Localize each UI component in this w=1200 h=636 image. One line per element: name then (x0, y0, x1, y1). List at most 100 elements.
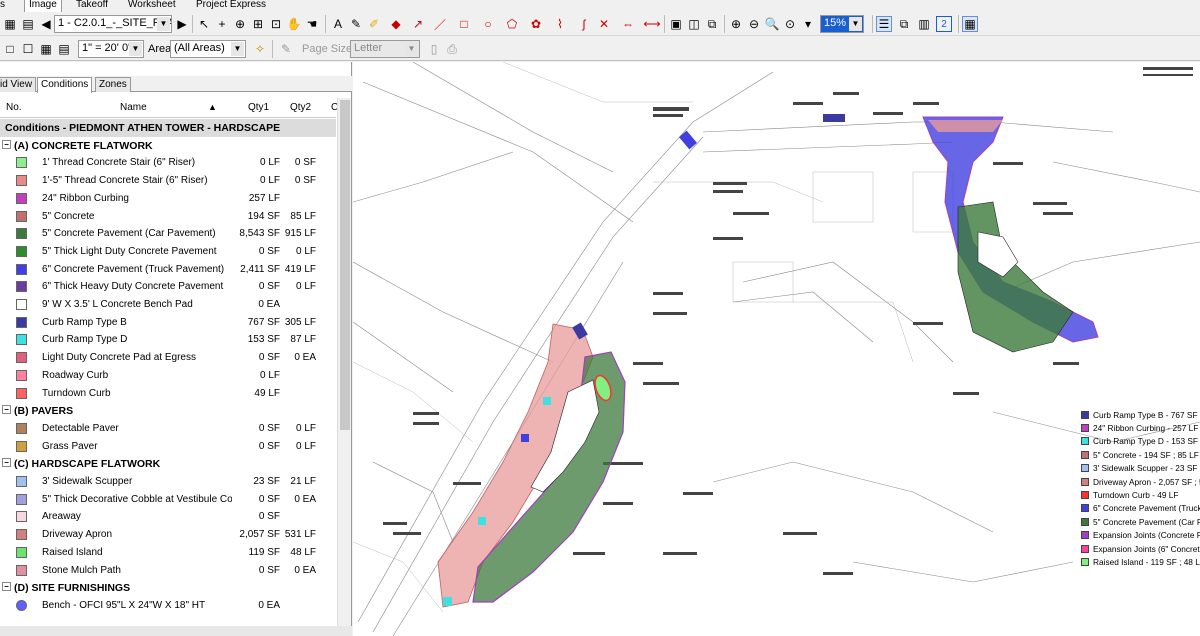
section-row[interactable]: − (A) CONCRETE FLATWORK (0, 137, 336, 155)
condition-row[interactable]: Grass Paver 0 SF 0 LF (0, 438, 336, 456)
condition-row[interactable]: Curb Ramp Type B 767 SF 305 LF (0, 314, 336, 332)
condition-row[interactable]: 1' Thread Concrete Stair (6" Riser) 0 LF 0… (0, 154, 336, 172)
collapse-toggle-icon[interactable]: − (2, 458, 11, 468)
zoom-window-icon[interactable]: ⊕ (232, 16, 248, 32)
condition-row[interactable]: 5" Concrete 194 SF 85 LF (0, 208, 336, 226)
grid-scrollbar[interactable] (337, 98, 351, 636)
copy-icon[interactable]: ⧉ (896, 16, 912, 32)
scale-select[interactable]: 1" = 20' 0" ▼ (78, 40, 144, 58)
condition-row[interactable]: Light Duty Concrete Pad at Egress 0 SF 0 E… (0, 349, 336, 367)
color-swatch-icon[interactable] (16, 175, 27, 187)
color-swatch-icon[interactable] (16, 493, 27, 505)
condition-row[interactable]: Bench - OFCI 95"L X 24"W X 18" HT 0 EA (0, 597, 336, 615)
color-swatch-icon[interactable] (16, 245, 27, 257)
menu-tab-image[interactable]: Image (24, 0, 62, 12)
color-swatch-icon[interactable] (16, 564, 27, 576)
color-swatch-icon[interactable] (16, 511, 27, 523)
group-header-row[interactable]: Conditions - PIEDMONT ATHEN TOWER - HARD… (0, 119, 336, 137)
overlay-icon[interactable]: ◫ (686, 16, 702, 32)
freehand-icon[interactable]: ʃ (576, 16, 592, 32)
color-swatch-icon[interactable] (16, 281, 27, 293)
checkbox-icon[interactable]: ☐ (20, 41, 36, 57)
page-icon[interactable]: □ (2, 41, 18, 57)
area-select[interactable]: (All Areas) ▼ (170, 40, 246, 58)
col-no[interactable]: No. (6, 102, 22, 113)
condition-row[interactable]: Turndown Curb 49 LF (0, 385, 336, 403)
compare-icon[interactable]: ⧉ (704, 16, 720, 32)
color-swatch-icon[interactable] (16, 228, 27, 240)
zoom-select[interactable]: 15% ▼ (820, 15, 864, 33)
condition-row[interactable]: 6" Thick Heavy Duty Concrete Pavement 0 S… (0, 278, 336, 296)
zoom-magnify-icon[interactable]: 🔍 (764, 16, 780, 32)
color-swatch-icon[interactable] (16, 316, 27, 328)
table-icon[interactable]: ▦ (38, 41, 54, 57)
dimension-icon[interactable]: ⇔ (620, 16, 636, 32)
layers-icon[interactable]: ▥ (916, 16, 932, 32)
condition-row[interactable]: Curb Ramp Type D 153 SF 87 LF (0, 331, 336, 349)
condition-row[interactable]: Areaway 0 SF (0, 508, 336, 526)
color-swatch-icon[interactable] (16, 157, 27, 169)
pan-hand-icon[interactable]: ✋ (286, 16, 302, 32)
document-icon[interactable]: ▤ (20, 16, 36, 32)
color-swatch-icon[interactable] (16, 352, 27, 364)
col-qty2[interactable]: Qty2 (290, 102, 311, 113)
section-row[interactable]: − (D) SITE FURNISHINGS (0, 579, 336, 597)
menu-tab-takeoff[interactable]: Takeoff (72, 0, 112, 10)
collapse-toggle-icon[interactable]: − (2, 139, 11, 149)
condition-row[interactable]: Stone Mulch Path 0 SF 0 EA (0, 562, 336, 580)
menu-tab-project-express[interactable]: Project Express (192, 0, 270, 10)
condition-row[interactable]: 24" Ribbon Curbing 257 LF (0, 190, 336, 208)
select-arrow-icon[interactable]: ↖ (196, 16, 212, 32)
next-page-icon[interactable]: ▶ (174, 16, 190, 32)
measure-icon[interactable]: ⟷ (643, 16, 660, 32)
highlighter-icon[interactable]: ✎ (348, 16, 364, 32)
page-select[interactable]: 1 - C2.0.1_-_SITE_PLAN.j ▼ (54, 15, 172, 33)
condition-row[interactable]: 5" Thick Light Duty Concrete Pavement 0 S… (0, 243, 336, 261)
pen-icon[interactable]: ✐ (366, 16, 382, 32)
condition-row[interactable]: Driveway Apron 2,057 SF 531 LF (0, 526, 336, 544)
zoom-page-icon[interactable]: ⊡ (268, 16, 284, 32)
text-annotation-icon[interactable]: A (330, 16, 346, 32)
cloud-icon[interactable]: ✿ (528, 16, 544, 32)
color-swatch-icon[interactable] (16, 210, 27, 222)
line-icon[interactable]: ／ (432, 16, 448, 32)
condition-row[interactable]: 5" Concrete Pavement (Car Pavement) 8,543… (0, 225, 336, 243)
color-swatch-icon[interactable] (16, 440, 27, 452)
zoom-out-icon[interactable]: ⊖ (746, 16, 762, 32)
drawing-canvas[interactable]: Curb Ramp Type B - 767 SF ; 305 LF 24" Ri… (353, 62, 1200, 636)
color-swatch-icon[interactable] (16, 192, 27, 204)
layers-count-icon[interactable]: 2 (936, 16, 952, 32)
condition-row[interactable]: 9' W X 3.5' L Concrete Bench Pad 0 EA (0, 296, 336, 314)
tab-grid-view[interactable]: id View (0, 77, 37, 92)
section-row[interactable]: − (C) HARDSCAPE FLATWORK (0, 455, 336, 473)
grid-view-icon[interactable]: ▤ (56, 41, 72, 57)
menu-tab-worksheet[interactable]: Worksheet (124, 0, 180, 10)
arrow-icon[interactable]: ↗ (410, 16, 426, 32)
color-swatch-icon[interactable] (16, 599, 27, 611)
color-swatch-icon[interactable] (16, 476, 27, 487)
tab-conditions[interactable]: Conditions (37, 77, 93, 93)
condition-row[interactable]: Raised Island 119 SF 48 LF (0, 544, 336, 562)
scrollbar-thumb[interactable] (340, 100, 350, 430)
color-swatch-icon[interactable] (16, 263, 27, 275)
sort-ascending-icon[interactable]: ▲ (208, 102, 217, 112)
tab-zones[interactable]: Zones (95, 77, 131, 92)
zoom-dropdown-icon[interactable]: ▾ (800, 16, 816, 32)
image-icon[interactable]: ▣ (668, 16, 684, 32)
stamp-icon[interactable]: ✕ (596, 16, 612, 32)
zoom-fit-icon[interactable]: ⊞ (250, 16, 266, 32)
previous-page-icon[interactable]: ◀ (38, 16, 54, 32)
polygon-icon[interactable]: ⬠ (504, 16, 520, 32)
condition-row[interactable]: 6" Concrete Pavement (Truck Pavement) 2,4… (0, 261, 336, 279)
thumbnails-icon[interactable]: ▦ (962, 16, 978, 32)
collapse-toggle-icon[interactable]: − (2, 582, 11, 592)
rectangle-icon[interactable]: □ (456, 16, 472, 32)
color-swatch-icon[interactable] (16, 546, 27, 558)
color-swatch-icon[interactable] (16, 529, 27, 541)
col-qty1[interactable]: Qty1 (248, 102, 269, 113)
zoom-area-icon[interactable]: ⊙ (782, 16, 798, 32)
grid-icon[interactable]: ▦ (2, 16, 18, 32)
color-swatch-icon[interactable] (16, 299, 27, 310)
wand-icon[interactable]: ✧ (252, 41, 268, 57)
color-swatch-icon[interactable] (16, 334, 27, 346)
